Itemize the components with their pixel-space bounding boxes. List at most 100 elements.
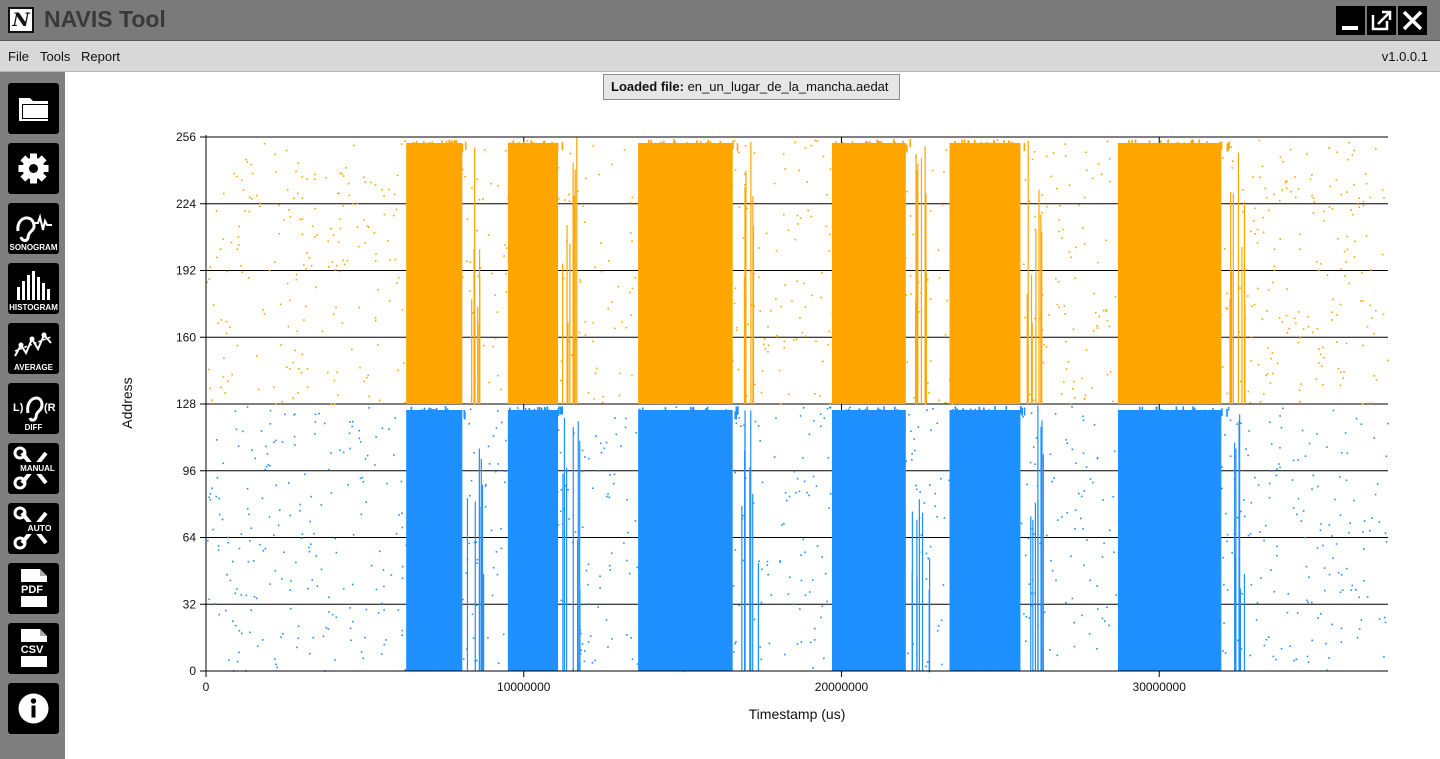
event-point [827, 456, 830, 459]
menu-report[interactable]: Report [81, 49, 120, 64]
event-column [690, 143, 693, 152]
event-column [674, 144, 676, 153]
menu-tools[interactable]: Tools [40, 49, 70, 64]
svg-text:(R: (R [44, 402, 56, 414]
event-point [1336, 314, 1338, 316]
export-pdf-button[interactable]: PDF [8, 563, 59, 614]
event-point [461, 168, 464, 171]
event-point [672, 431, 674, 433]
about-button[interactable] [8, 683, 59, 734]
event-point [559, 451, 562, 454]
event-point [398, 514, 400, 516]
event-point [1240, 648, 1243, 650]
event-point [522, 345, 525, 348]
menu-file[interactable]: File [8, 49, 29, 64]
y-tick-label: 160 [176, 330, 196, 344]
event-column [864, 141, 867, 150]
auto-cut-button[interactable]: AUTO [8, 503, 59, 554]
event-point [723, 526, 725, 528]
event-point [400, 143, 403, 145]
event-point [1182, 390, 1184, 393]
histogram-label: HISTOGRAM [9, 303, 58, 312]
event-point [913, 397, 915, 399]
event-point [1347, 158, 1349, 161]
event-point [1177, 373, 1180, 376]
average-button[interactable]: AVERAGE [8, 323, 59, 374]
minimize-button[interactable] [1336, 6, 1365, 35]
event-point [1039, 542, 1041, 545]
event-point [504, 481, 506, 484]
event-point [857, 254, 860, 256]
event-point [538, 661, 541, 664]
event-point [1276, 545, 1278, 548]
event-point [1085, 466, 1088, 468]
event-column [1040, 214, 1042, 404]
event-point [1023, 263, 1025, 266]
settings-button[interactable] [8, 143, 59, 194]
event-point [1126, 281, 1129, 283]
event-point [405, 544, 407, 547]
event-point [416, 601, 418, 603]
event-point [1182, 497, 1184, 500]
event-point [466, 558, 469, 561]
event-point [572, 470, 574, 472]
event-point [476, 178, 479, 181]
event-point [1221, 466, 1224, 468]
event-point [1014, 572, 1016, 574]
export-csv-button[interactable]: CSV [8, 623, 59, 674]
event-point [474, 403, 476, 406]
open-file-button[interactable] [8, 83, 59, 134]
event-point [730, 474, 732, 477]
event-point [1155, 573, 1157, 575]
event-column [951, 409, 954, 418]
csv-icon: CSV [17, 629, 47, 667]
event-point [413, 340, 416, 343]
event-point [306, 178, 309, 181]
event-point [794, 238, 797, 241]
event-point [1134, 649, 1136, 651]
event-point [1112, 495, 1115, 498]
event-column [1192, 406, 1194, 415]
event-point [1323, 219, 1326, 222]
event-point [364, 636, 366, 639]
event-point [804, 306, 807, 308]
event-point [712, 167, 715, 169]
event-point [1064, 313, 1066, 315]
event-point [895, 218, 898, 221]
histogram-button[interactable]: HISTOGRAM [8, 263, 59, 314]
event-point [497, 374, 499, 377]
event-point [927, 382, 929, 384]
event-point [1175, 456, 1178, 458]
event-column [917, 163, 919, 404]
event-point [1285, 314, 1288, 317]
event-point [1243, 499, 1245, 501]
event-point [865, 479, 868, 481]
close-button[interactable] [1398, 6, 1427, 35]
histogram-icon: HISTOGRAM [9, 271, 58, 312]
maximize-button[interactable] [1367, 6, 1396, 35]
event-point [1361, 402, 1364, 405]
event-point [985, 330, 988, 333]
event-point [1224, 434, 1226, 436]
event-point [593, 398, 596, 400]
event-point [815, 485, 818, 487]
event-point [1297, 458, 1299, 461]
event-point [471, 613, 474, 616]
event-point [1284, 181, 1287, 184]
event-point [821, 556, 824, 558]
sonogram-button[interactable]: SONOGRAM [8, 203, 59, 254]
event-point [314, 173, 316, 176]
event-point [511, 327, 514, 330]
event-point [744, 248, 746, 251]
event-point [904, 418, 906, 421]
event-point [915, 354, 918, 357]
diff-button[interactable]: L) (R DIFF [8, 383, 59, 434]
event-column [561, 406, 564, 415]
event-column [1221, 408, 1223, 417]
event-point [682, 624, 685, 627]
event-point [491, 594, 494, 597]
y-tick-label: 224 [176, 197, 196, 211]
event-point [1281, 321, 1284, 323]
manual-cut-button[interactable]: MANUAL [8, 443, 59, 494]
event-point [799, 317, 801, 319]
